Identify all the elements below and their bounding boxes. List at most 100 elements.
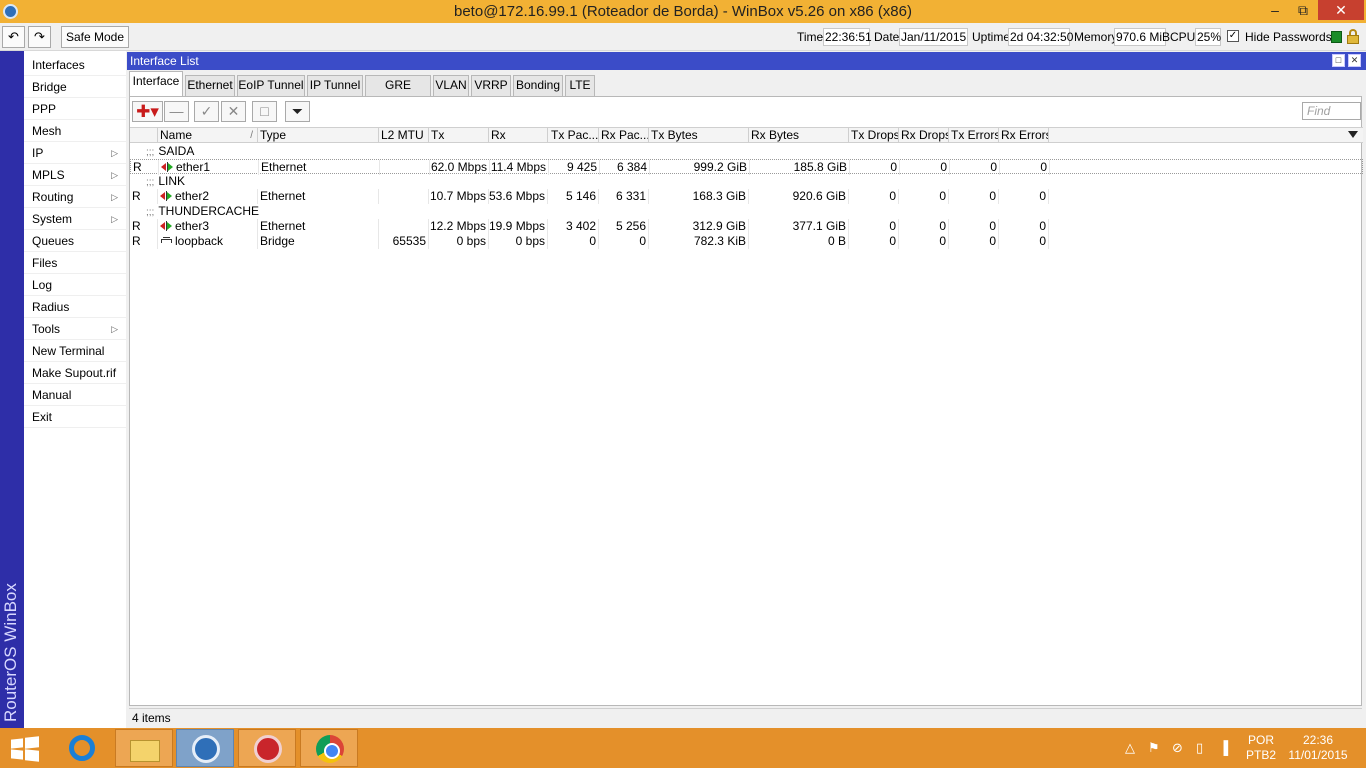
menu-item-routing[interactable]: Routing ▷ [24,186,126,208]
cell-txd: 0 [849,189,899,204]
cell-rxp: 6 331 [599,189,649,204]
menu-item-manual[interactable]: Manual [24,384,126,406]
cell-rxb: 0 B [749,234,849,249]
input-language-indicator[interactable]: POR PTB2 [1246,733,1276,763]
minimize-button[interactable]: – [1262,0,1288,20]
tab-gre-tunnel[interactable]: GRE Tunnel [365,75,431,111]
cell-name: ether1 [159,160,259,175]
table-row[interactable]: Rether2 Ethernet 10.7 Mbps 53.6 Mbps 5 146 6 … [130,189,1363,204]
comment-row[interactable]: ;;; THUNDERCACHE [130,204,1363,219]
menu-item-ppp[interactable]: PPP [24,98,126,120]
menu-item-bridge[interactable]: Bridge [24,76,126,98]
enable-button[interactable]: ✓ [194,101,219,122]
start-button[interactable] [11,736,39,762]
tab-eoip-tunnel[interactable]: EoIP Tunnel [237,75,305,96]
interface-name: loopback [175,234,224,248]
tab-ip-tunnel[interactable]: IP Tunnel [307,75,363,96]
comment-button[interactable]: □ [252,101,277,122]
cell-rx: 11.4 Mbps [490,160,549,175]
column-header-tx-bytes[interactable]: Tx Bytes [649,128,749,143]
menu-item-ip[interactable]: IP ▷ [24,142,126,164]
menu-item-interfaces[interactable]: Interfaces [24,54,126,76]
tab-vrrp[interactable]: VRRP [471,75,511,96]
menu-item-label: IP [32,146,44,160]
menu-item-exit[interactable]: Exit [24,406,126,428]
add-button[interactable]: ✚▾ [132,101,163,122]
menu-item-system[interactable]: System ▷ [24,208,126,230]
column-header-tx[interactable]: Tx [429,128,489,143]
internet-explorer-taskbar-icon[interactable] [53,729,111,767]
battery-icon[interactable]: ▯ [1196,740,1203,756]
table-row[interactable]: Rether1 Ethernet 62.0 Mbps 11.4 Mbps 9 425 6 … [130,159,1363,175]
column-header-tx-drops[interactable]: Tx Drops [849,128,899,143]
menu-item-new-terminal[interactable]: New Terminal [24,340,126,362]
column-chooser-dropdown-icon[interactable] [1348,131,1358,138]
column-header-rx[interactable]: Rx [489,128,548,143]
tab-interface[interactable]: Interface [129,71,183,96]
filter-button[interactable]: ⏷ [285,101,310,122]
column-header-rx-errors[interactable]: Rx Errors [999,128,1049,143]
taskbar-clock[interactable]: 22:36 11/01/2015 [1285,733,1351,763]
column-header-rx-pac[interactable]: Rx Pac... [599,128,649,143]
close-button[interactable]: ✕ [1318,0,1364,20]
menu-item-mesh[interactable]: Mesh [24,120,126,142]
cell-name: ether2 [158,189,258,204]
table-row[interactable]: Rether3 Ethernet 12.2 Mbps 19.9 Mbps 3 402 5 … [130,219,1363,234]
menu-item-mpls[interactable]: MPLS ▷ [24,164,126,186]
comment-row[interactable]: ;;; LINK [130,174,1363,189]
cell-l2mtu [380,160,430,175]
safe-mode-button[interactable]: Safe Mode [61,26,129,48]
column-header-tx-errors[interactable]: Tx Errors [949,128,999,143]
cell-txe: 0 [950,160,1000,175]
tab-ethernet[interactable]: Ethernet [185,75,235,96]
menu-item-label: MPLS [32,168,65,182]
table-row[interactable]: Rloopback Bridge 65535 0 bps 0 bps 0 0 782.3 Ki… [130,234,1363,249]
volume-muted-icon[interactable]: ⊘ [1172,740,1183,756]
bridge-interface-icon [160,236,174,246]
column-header-type[interactable]: Type [258,128,379,143]
close-window-icon[interactable]: ✕ [1348,54,1361,67]
tab-vlan[interactable]: VLAN [433,75,469,96]
column-header-name[interactable]: Name / [158,128,258,143]
show-hidden-icons-icon[interactable]: △ [1125,740,1135,756]
brand-text: RouterOS WinBox [1,583,20,722]
menu-item-label: Tools [32,322,61,336]
column-header-rx-bytes[interactable]: Rx Bytes [749,128,849,143]
menu-item-radius[interactable]: Radius [24,296,126,318]
cell-rxp: 0 [599,234,649,249]
cell-rxd: 0 [900,160,950,175]
menu-item-queues[interactable]: Queues [24,230,126,252]
disable-button[interactable]: ✕ [221,101,246,122]
action-center-flag-icon[interactable]: ⚑ [1148,740,1160,756]
redo-button[interactable]: ↷ [28,26,51,48]
tab-lte[interactable]: LTE [565,75,595,96]
file-explorer-taskbar-icon[interactable] [115,729,173,767]
column-header-flags[interactable] [130,128,158,143]
column-header-tx-pac[interactable]: Tx Pac... [549,128,599,143]
comment-row[interactable]: ;;; SAIDA [130,144,1363,159]
red-app-taskbar-icon[interactable] [238,729,296,767]
chrome-taskbar-icon[interactable] [300,729,358,767]
maximize-button[interactable]: ⧉ [1290,0,1316,20]
menu-list: Interfaces Bridge PPP Mesh IP ▷ MPLS ▷ Routing ▷ S… [24,54,126,428]
tab-bonding[interactable]: Bonding [513,75,563,96]
remove-button[interactable]: — [164,101,189,122]
cell-tx: 62.0 Mbps [430,160,490,175]
menu-item-files[interactable]: Files [24,252,126,274]
network-signal-icon[interactable]: ▐ [1219,740,1228,755]
menu-item-make-supout-rif[interactable]: Make Supout.rif [24,362,126,384]
menu-item-tools[interactable]: Tools ▷ [24,318,126,340]
menu-item-log[interactable]: Log [24,274,126,296]
cell-rxe: 0 [999,234,1049,249]
maximize-window-icon[interactable]: □ [1332,54,1345,67]
submenu-arrow-icon: ▷ [111,192,118,202]
window-title: beto@172.16.99.1 (Roteador de Borda) - W… [454,3,912,20]
winbox-taskbar-icon[interactable] [176,729,234,767]
cell-txd: 0 [849,219,899,234]
undo-button[interactable]: ↶ [2,26,25,48]
find-input[interactable]: Find [1302,102,1361,120]
hide-passwords-checkbox[interactable]: ✓ [1227,30,1239,42]
cell-rxd: 0 [899,234,949,249]
column-header-rx-drops[interactable]: Rx Drops [899,128,949,143]
column-header-l2-mtu[interactable]: L2 MTU [379,128,429,143]
